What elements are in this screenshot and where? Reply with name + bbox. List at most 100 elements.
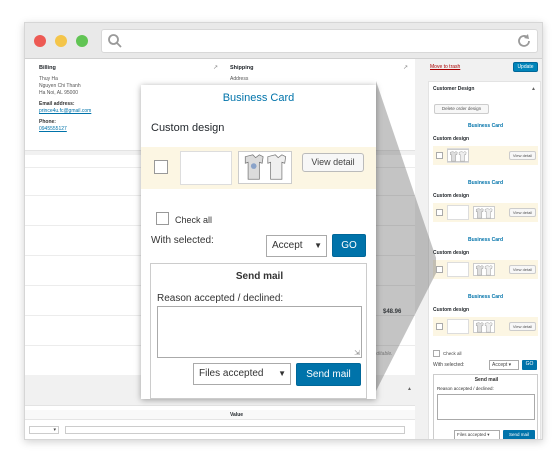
bulk-action-select[interactable]: Accept ▼ xyxy=(266,235,327,257)
files-status-value: Files accepted xyxy=(457,432,487,437)
send-mail-button[interactable]: Send mail xyxy=(503,430,535,439)
design-item-subtitle: Custom design xyxy=(433,136,470,142)
view-detail-button[interactable]: View detail xyxy=(509,322,536,331)
design-thumbnail-empty xyxy=(447,205,469,220)
custom-fields-box: Value ▾ xyxy=(25,405,415,439)
browser-toolbar xyxy=(25,23,542,59)
design-checkbox[interactable] xyxy=(154,160,168,174)
design-row: View detail xyxy=(433,260,538,279)
files-status-select[interactable]: Files accepted ▼ xyxy=(193,363,291,385)
files-status-select[interactable]: Files accepted ▾ xyxy=(454,430,500,439)
meta-key-select[interactable]: ▾ xyxy=(29,426,59,434)
custom-design-label: Custom design xyxy=(151,122,225,134)
design-item-title: Business Card xyxy=(467,180,503,186)
order-actions: Move to trash Update xyxy=(425,59,542,77)
customer-design-title: Customer Design xyxy=(433,86,475,92)
popup-title: Business Card xyxy=(222,92,295,104)
design-checkbox[interactable] xyxy=(436,323,443,330)
check-all-checkbox[interactable] xyxy=(433,350,440,357)
bulk-action-value: Accept xyxy=(272,240,303,251)
design-item-title: Business Card xyxy=(467,294,503,300)
check-all-label: Check all xyxy=(443,351,462,356)
billing-name: Thuy Ha xyxy=(39,76,58,82)
tshirt-preview-icon xyxy=(473,206,495,219)
design-item: Business Card Custom design View detail xyxy=(429,123,542,179)
design-item-title: Business Card xyxy=(467,123,503,129)
billing-address: Thuy Ha Nguyen Chi Thanh Ha Noi, AL 9500… xyxy=(39,76,91,133)
billing-address-line2: Ha Noi, AL 95000 xyxy=(39,90,79,96)
reason-label: Reason accepted / declined: xyxy=(437,386,494,391)
zoomed-design-panel: Business Card Custom design View detail … xyxy=(141,85,376,399)
collapse-panel-icon[interactable]: ▲ xyxy=(531,86,536,92)
go-button[interactable]: GO xyxy=(522,360,537,370)
design-thumbnail-empty xyxy=(180,151,232,185)
tshirt-preview-icon xyxy=(238,151,292,184)
reason-textarea[interactable]: ⇲ xyxy=(157,306,362,358)
resize-grip-icon[interactable]: ⇲ xyxy=(354,349,360,357)
shipping-heading: Shipping xyxy=(230,65,254,71)
delete-order-design-button[interactable]: Delete order design xyxy=(434,104,489,114)
design-row: View detail xyxy=(433,203,538,222)
address-bar[interactable] xyxy=(101,29,538,53)
bulk-actions-area: Check all With selected: Accept ▾ GO Sen… xyxy=(429,350,542,439)
meta-value-input[interactable] xyxy=(65,426,405,434)
design-row: View detail xyxy=(433,317,538,336)
design-thumbnail-empty xyxy=(447,262,469,277)
design-item-subtitle: Custom design xyxy=(433,193,470,199)
design-item: Business Card Custom design View detail xyxy=(429,180,542,236)
bulk-action-select[interactable]: Accept ▾ xyxy=(489,360,519,370)
value-column-header: Value xyxy=(230,412,244,418)
design-row: View detail xyxy=(433,146,538,165)
send-mail-title: Send mail xyxy=(235,271,284,282)
design-checkbox[interactable] xyxy=(436,152,443,159)
close-window-dot[interactable] xyxy=(34,35,46,47)
go-button[interactable]: GO xyxy=(332,234,366,257)
tshirt-preview-icon xyxy=(447,149,469,162)
send-mail-title: Send mail xyxy=(474,377,499,383)
send-mail-button[interactable]: Send mail xyxy=(296,363,361,386)
tshirt-preview-icon xyxy=(473,263,495,276)
billing-email-link[interactable]: prince4u.fc@gmail.com xyxy=(39,108,91,115)
design-item: Business Card Custom design View detail xyxy=(429,237,542,293)
design-item-subtitle: Custom design xyxy=(433,250,470,256)
move-to-trash-link[interactable]: Move to trash xyxy=(430,64,460,70)
tshirt-preview-icon xyxy=(473,320,495,333)
customer-design-panel: Customer Design ▲ Delete order design Bu… xyxy=(428,81,542,439)
design-thumbnail-empty xyxy=(447,319,469,334)
phone-label: Phone: xyxy=(39,119,56,125)
billing-address-line1: Nguyen Chi Thanh xyxy=(39,83,81,89)
files-status-value: Files accepted xyxy=(199,368,264,379)
update-button[interactable]: Update xyxy=(513,62,538,72)
check-all-checkbox[interactable] xyxy=(156,212,169,225)
reload-icon[interactable] xyxy=(516,33,532,54)
dropdown-caret-icon: ▼ xyxy=(314,241,322,250)
maximize-window-dot[interactable] xyxy=(76,35,88,47)
view-detail-button[interactable]: View detail xyxy=(509,208,536,217)
with-selected-label: With selected: xyxy=(433,362,465,368)
design-checkbox[interactable] xyxy=(436,266,443,273)
edit-billing-icon[interactable]: ↗ xyxy=(213,64,218,71)
billing-heading: Billing xyxy=(39,65,56,71)
dropdown-caret-icon: ▼ xyxy=(278,369,286,378)
custom-fields-header: Value xyxy=(25,410,415,420)
order-sidebar: Move to trash Update Customer Design ▲ D… xyxy=(425,59,542,439)
billing-phone-link[interactable]: 0945555127 xyxy=(39,126,91,133)
minimize-window-dot[interactable] xyxy=(55,35,67,47)
design-item-title: Business Card xyxy=(467,237,503,243)
with-selected-label: With selected: xyxy=(151,235,214,246)
search-icon xyxy=(107,33,123,54)
view-detail-button[interactable]: View detail xyxy=(509,265,536,274)
design-item-subtitle: Custom design xyxy=(433,307,470,313)
reason-label: Reason accepted / declined: xyxy=(157,293,284,304)
view-detail-button[interactable]: View detail xyxy=(302,153,364,172)
check-all-label: Check all xyxy=(175,215,213,225)
collapse-icon[interactable]: ▲ xyxy=(407,386,412,392)
design-row: View detail xyxy=(141,147,376,189)
design-item: Business Card Custom design View detail xyxy=(429,294,542,350)
view-detail-button[interactable]: View detail xyxy=(509,151,536,160)
edit-shipping-icon[interactable]: ↗ xyxy=(403,64,408,71)
reason-textarea[interactable] xyxy=(437,394,535,420)
send-mail-box: Send mail Reason accepted / declined: Fi… xyxy=(433,374,538,439)
shipping-address-label: Address xyxy=(230,76,249,82)
design-checkbox[interactable] xyxy=(436,209,443,216)
